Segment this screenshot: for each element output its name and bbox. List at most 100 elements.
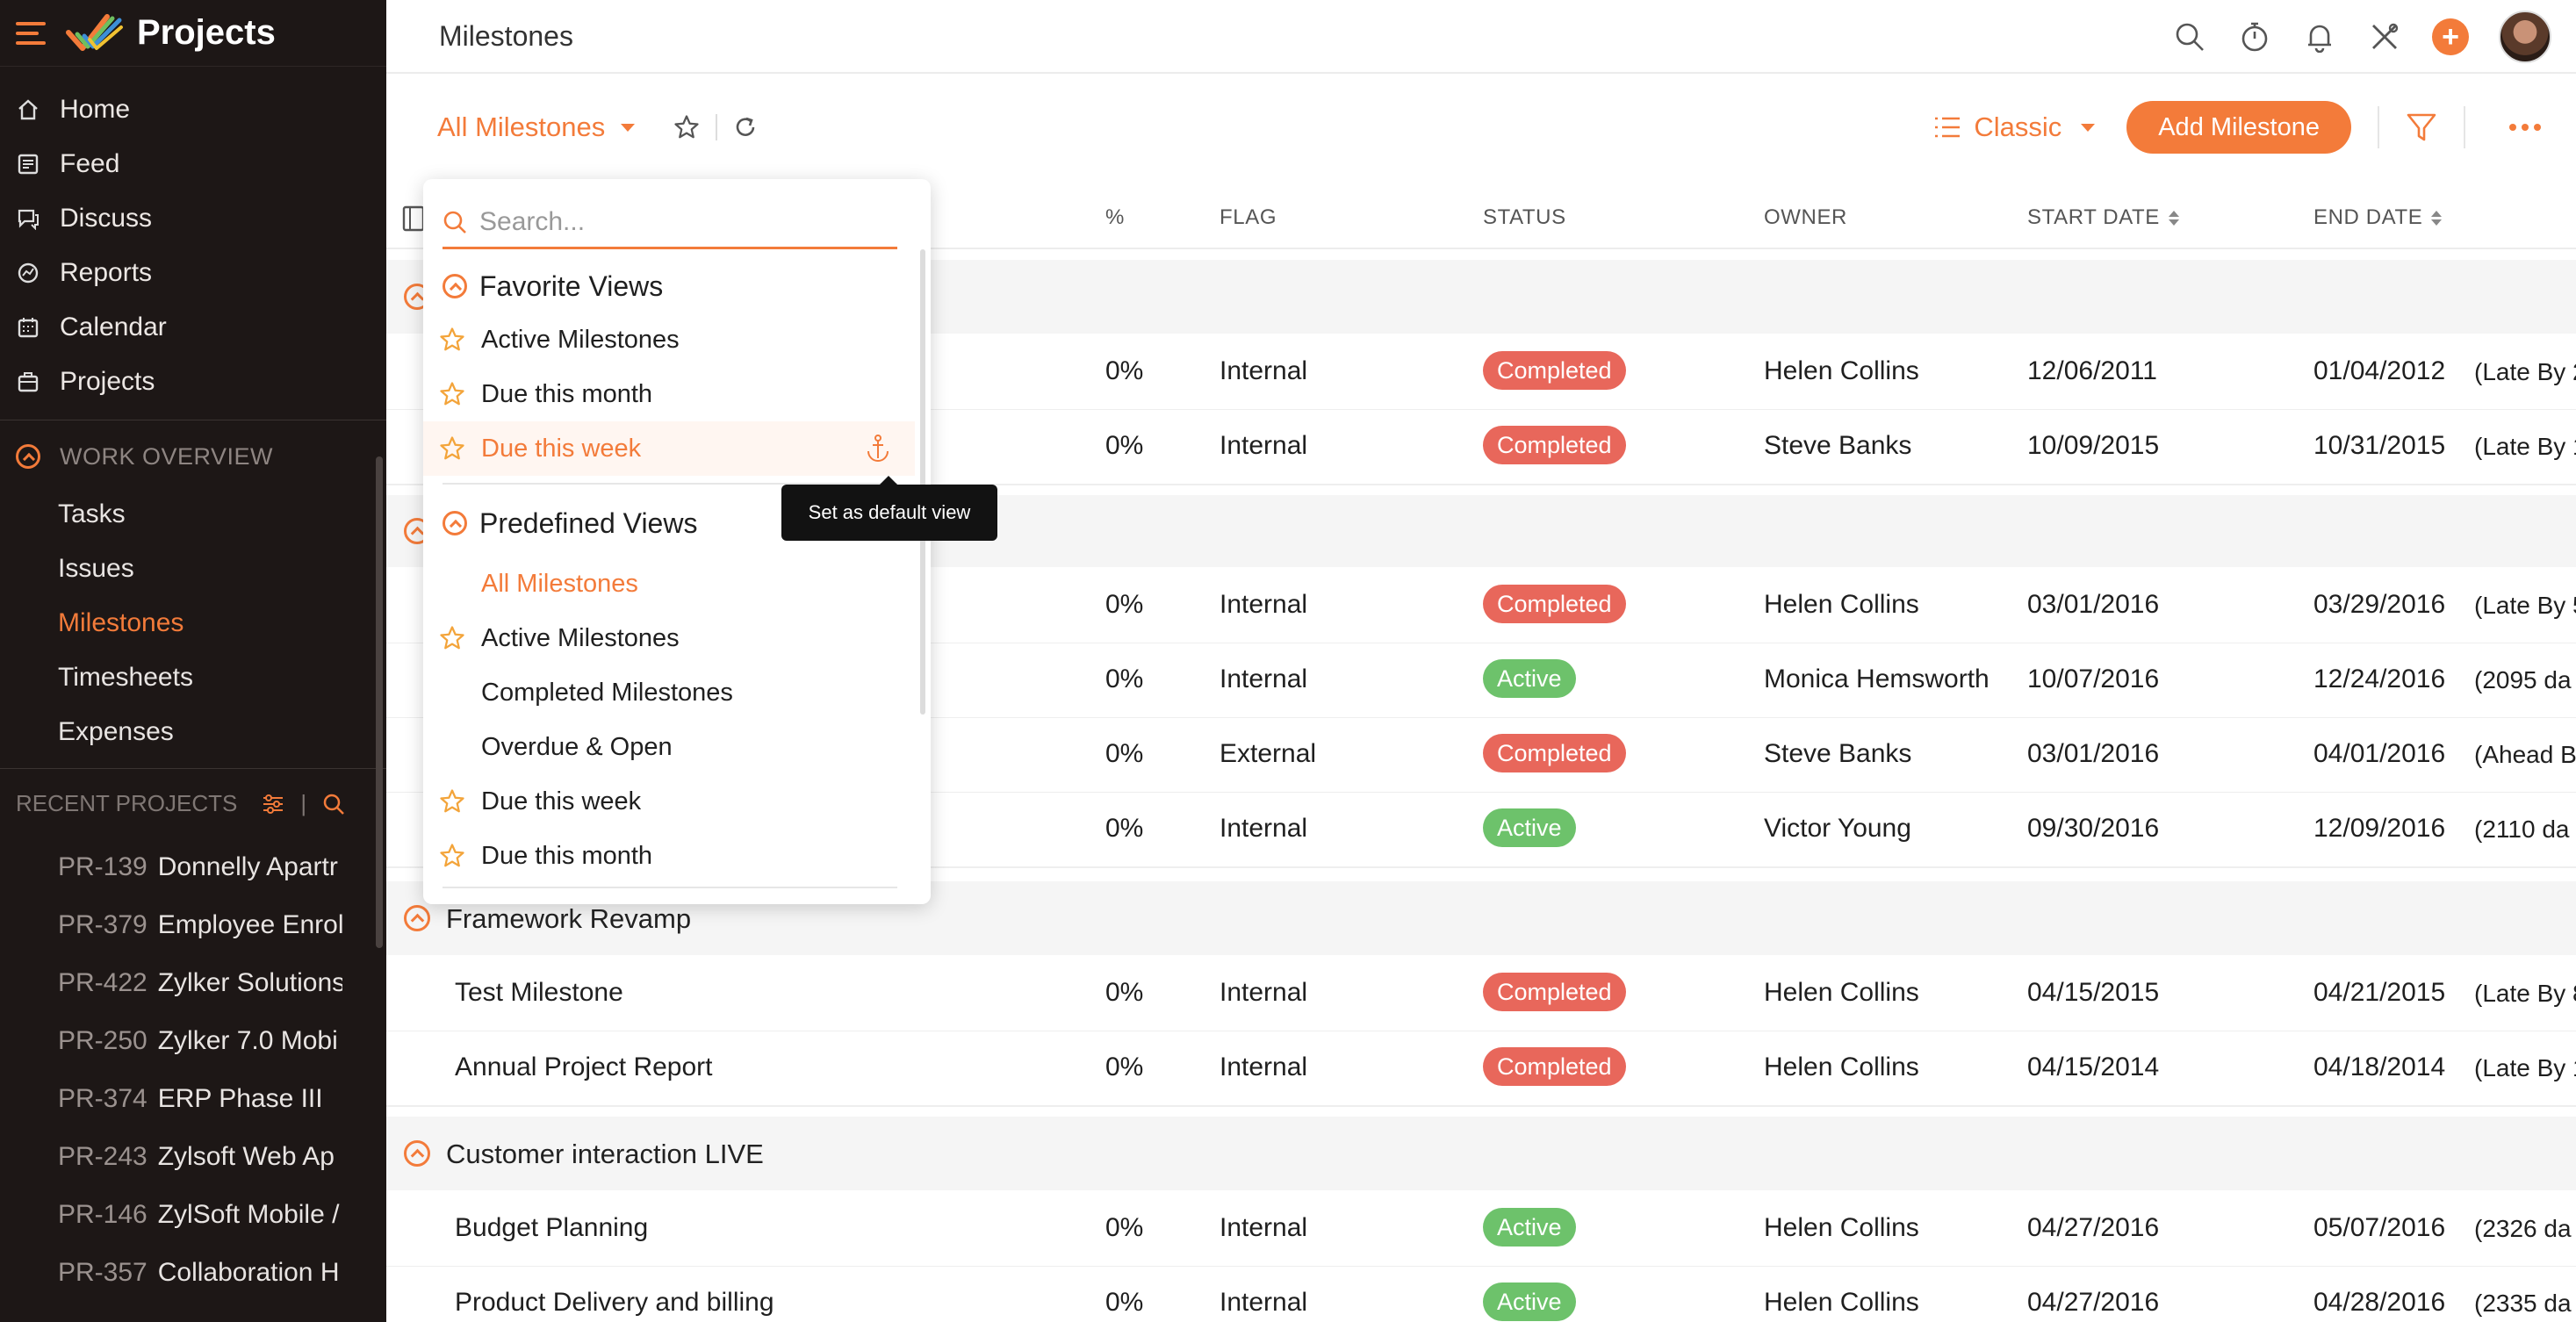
nav-item-projects[interactable]: Projects — [0, 355, 386, 409]
anchor-icon[interactable] — [866, 434, 890, 462]
group-row[interactable]: Customer interaction LIVE — [386, 1117, 2576, 1190]
owner-cell[interactable]: Victor Young — [1764, 814, 1911, 844]
status-badge[interactable]: Active — [1483, 808, 1576, 847]
sidebar-item-milestones[interactable]: Milestones — [0, 596, 386, 650]
owner-cell[interactable]: Helen Collins — [1764, 590, 1919, 620]
hamburger-menu-icon[interactable] — [16, 21, 46, 45]
refresh-icon[interactable] — [733, 115, 758, 140]
status-badge[interactable]: Completed — [1483, 1047, 1626, 1086]
owner-cell[interactable]: Helen Collins — [1764, 1213, 1919, 1243]
star-icon[interactable] — [439, 381, 465, 407]
filter-icon[interactable] — [2406, 111, 2437, 143]
owner-cell[interactable]: Helen Collins — [1764, 356, 1919, 386]
owner-cell[interactable]: Steve Banks — [1764, 739, 1911, 769]
timer-icon[interactable] — [2237, 19, 2272, 54]
nav-item-calendar[interactable]: Calendar — [0, 300, 386, 355]
star-icon[interactable] — [439, 435, 465, 462]
dropdown-item[interactable]: Due this month — [423, 829, 915, 883]
star-icon[interactable] — [439, 843, 465, 869]
recent-project-item[interactable]: PR-243 Zylsoft Web Ap — [0, 1128, 342, 1186]
favorite-views-header[interactable]: Favorite Views — [443, 262, 663, 311]
recent-project-item[interactable]: PR-250 Zylker 7.0 Mobi — [0, 1012, 342, 1070]
layout-selector[interactable]: Classic — [1933, 111, 2096, 143]
status-badge[interactable]: Active — [1483, 1282, 1576, 1321]
dropdown-item[interactable]: Due this month — [423, 367, 915, 421]
milestone-name[interactable]: Test Milestone — [455, 978, 623, 1008]
column-status[interactable]: STATUS — [1483, 205, 1566, 230]
dropdown-item[interactable]: Active Milestones — [423, 611, 915, 665]
dropdown-item[interactable]: Completed Milestones — [423, 665, 915, 720]
sidebar-item-issues[interactable]: Issues — [0, 542, 386, 596]
column-owner[interactable]: OWNER — [1764, 205, 1847, 230]
table-row[interactable]: Annual Project Report 0% Internal Completed… — [386, 1031, 2576, 1107]
more-options-icon[interactable] — [2509, 124, 2541, 131]
sidebar-item-tasks[interactable]: Tasks — [0, 487, 386, 542]
star-icon[interactable] — [439, 625, 465, 651]
work-overview-header[interactable]: WORK OVERVIEW — [0, 426, 386, 487]
status-badge[interactable]: Active — [1483, 1208, 1576, 1247]
dropdown-item[interactable]: Active Milestones — [423, 313, 915, 367]
predefined-views-header[interactable]: Predefined Views — [443, 499, 697, 548]
add-milestone-button[interactable]: Add Milestone — [2126, 101, 2351, 154]
owner-cell[interactable]: Helen Collins — [1764, 1288, 1919, 1318]
star-icon[interactable] — [439, 788, 465, 815]
table-row[interactable]: Product Delivery and billing 0% Internal Ac… — [386, 1267, 2576, 1322]
sort-icon[interactable] — [2168, 210, 2179, 226]
status-badge[interactable]: Completed — [1483, 973, 1626, 1011]
filter-sliders-icon[interactable] — [262, 794, 284, 815]
recent-project-item[interactable]: PR-139 Donnelly Apartr — [0, 838, 342, 896]
recent-project-item[interactable]: PR-379 Employee Enrol — [0, 896, 342, 954]
collapse-toggle-icon[interactable] — [404, 905, 430, 931]
owner-cell[interactable]: Helen Collins — [1764, 1053, 1919, 1082]
recent-project-item[interactable]: PR-357 Collaboration H — [0, 1244, 342, 1302]
star-icon[interactable] — [439, 327, 465, 353]
nav-item-discuss[interactable]: Discuss — [0, 191, 386, 246]
dropdown-scrollbar[interactable] — [920, 249, 925, 715]
sidebar-item-timesheets[interactable]: Timesheets — [0, 650, 386, 705]
sort-icon[interactable] — [2431, 210, 2443, 226]
owner-cell[interactable]: Monica Hemsworth — [1764, 665, 1990, 694]
nav-item-home[interactable]: Home — [0, 83, 386, 137]
collapse-toggle-icon[interactable] — [404, 1140, 430, 1167]
table-row[interactable]: Budget Planning 0% Internal Active Helen Col… — [386, 1192, 2576, 1268]
end-date-cell: 04/01/2016 — [2313, 739, 2446, 768]
view-selector[interactable]: All Milestones — [437, 111, 636, 143]
flag-cell: Internal — [1220, 590, 1308, 619]
view-search-input[interactable] — [479, 206, 883, 237]
column-flag[interactable]: FLAG — [1220, 205, 1277, 230]
tools-icon[interactable] — [2367, 19, 2402, 54]
status-badge[interactable]: Completed — [1483, 426, 1626, 464]
sidebar-scrollbar[interactable] — [376, 456, 383, 948]
star-icon[interactable] — [673, 114, 700, 140]
owner-cell[interactable]: Helen Collins — [1764, 978, 1919, 1008]
dropdown-item-hovered[interactable]: Due this week — [423, 421, 915, 476]
dropdown-item[interactable]: All Milestones — [423, 557, 915, 611]
milestone-name[interactable]: Product Delivery and billing — [455, 1288, 774, 1318]
table-row[interactable]: Test Milestone 0% Internal Completed Helen C… — [386, 957, 2576, 1032]
status-badge[interactable]: Active — [1483, 659, 1576, 698]
column-start-date[interactable]: START DATE — [2027, 205, 2179, 230]
column-percent[interactable]: % — [1105, 205, 1125, 230]
search-icon[interactable] — [322, 793, 345, 815]
dropdown-item[interactable]: Due this week — [423, 774, 915, 829]
nav-item-feed[interactable]: Feed — [0, 137, 386, 191]
dropdown-item[interactable]: Overdue & Open — [423, 720, 915, 774]
bell-icon[interactable] — [2302, 19, 2337, 54]
avatar[interactable] — [2499, 11, 2551, 63]
sidebar-item-expenses[interactable]: Expenses — [0, 705, 386, 759]
search-icon[interactable] — [2172, 19, 2207, 54]
recent-project-item[interactable]: PR-146 ZylSoft Mobile / — [0, 1186, 342, 1244]
recent-project-item[interactable]: PR-422 Zylker Solutions — [0, 954, 342, 1012]
owner-cell[interactable]: Steve Banks — [1764, 431, 1911, 461]
status-badge[interactable]: Completed — [1483, 734, 1626, 772]
nav-item-reports[interactable]: Reports — [0, 246, 386, 300]
columns-icon[interactable] — [402, 205, 425, 232]
recent-project-item[interactable]: PR-374 ERP Phase III — [0, 1070, 342, 1128]
status-badge[interactable]: Completed — [1483, 351, 1626, 390]
column-end-date[interactable]: END DATE — [2313, 205, 2443, 230]
plus-icon[interactable]: + — [2432, 18, 2469, 55]
milestone-name[interactable]: Budget Planning — [455, 1213, 648, 1243]
status-badge[interactable]: Completed — [1483, 585, 1626, 623]
milestone-name[interactable]: Annual Project Report — [455, 1053, 713, 1082]
start-date-cell: 04/15/2014 — [2027, 1053, 2160, 1081]
